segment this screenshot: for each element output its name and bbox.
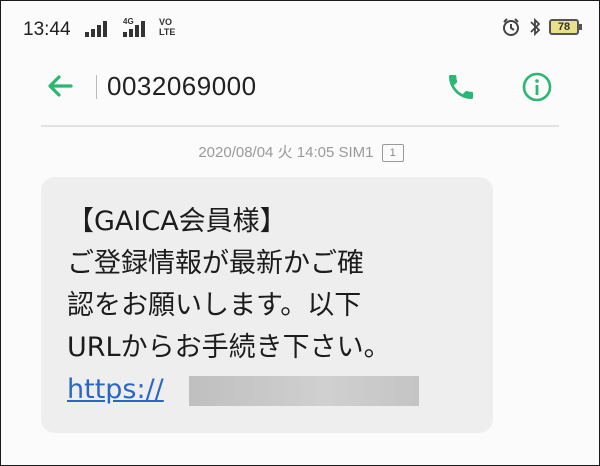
info-icon[interactable] — [521, 71, 553, 103]
message-bubble[interactable]: 【GAICA会員様】 ご登録情報が最新かご確 認をお願いします。以下 URLから… — [41, 177, 493, 433]
message-weekday: 火 — [277, 144, 293, 161]
battery-icon: 78 — [549, 19, 582, 35]
message-link-line: https:// — [67, 369, 477, 411]
signal-icon — [85, 19, 107, 37]
sender-number: 0032069000 — [107, 71, 257, 101]
message-line: 【GAICA会員様】 — [67, 206, 287, 237]
message-date: 2020/08/04 — [198, 144, 274, 161]
back-arrow-icon[interactable] — [45, 71, 75, 101]
volte-icon: VO LTE — [159, 17, 176, 37]
header-separator — [41, 125, 559, 127]
signal-4g-icon — [123, 19, 145, 37]
alarm-icon — [503, 18, 519, 36]
header-divider — [96, 75, 97, 99]
bluetooth-icon — [530, 17, 541, 37]
message-sim: SIM1 — [338, 144, 374, 161]
redaction-block — [189, 376, 419, 406]
status-time: 13:44 — [23, 19, 71, 40]
sim-badge: 1 — [381, 144, 404, 163]
message-timestamp: 2020/08/04 火 14:05 SIM1 1 — [1, 141, 599, 163]
message-link[interactable]: https:// — [67, 374, 164, 405]
message-body: 【GAICA会員様】 ご登録情報が最新かご確 認をお願いします。以下 URLから… — [67, 201, 477, 411]
sms-screen: 13:44 4G VO LTE 78 0032069000 2020/08/04… — [0, 0, 600, 466]
conversation-header: 0032069000 — [1, 57, 599, 119]
message-line: ご登録情報が最新かご確 — [67, 248, 364, 279]
status-bar: 13:44 4G VO LTE 78 — [1, 1, 599, 57]
message-time: 14:05 — [296, 144, 335, 161]
message-line: 認をお願いします。以下 — [67, 290, 362, 321]
message-line: URLからお手続き下さい。 — [67, 332, 391, 363]
phone-icon[interactable] — [445, 71, 477, 103]
